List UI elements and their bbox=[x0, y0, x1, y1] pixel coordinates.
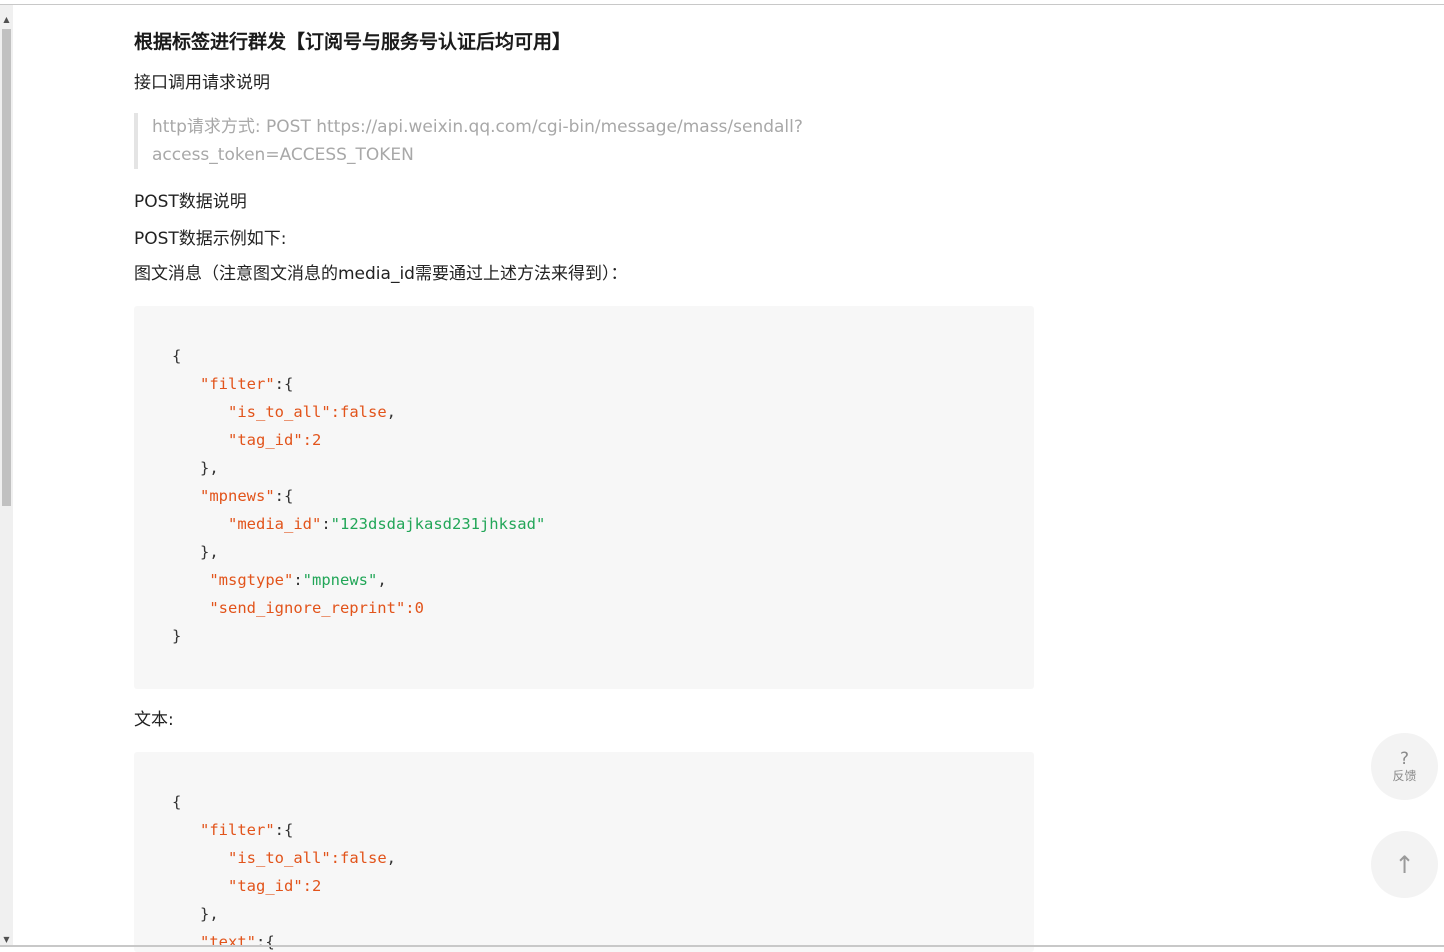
code-value: :false bbox=[330, 403, 387, 421]
section-title: 根据标签进行群发【订阅号与服务号认证后均可用】 bbox=[134, 31, 572, 53]
code-key: "filter" bbox=[200, 375, 275, 393]
quote-line-2: access_token=ACCESS_TOKEN bbox=[152, 145, 414, 165]
code-punct: :{ bbox=[274, 487, 294, 505]
back-to-top-button[interactable]: ↑ bbox=[1371, 831, 1438, 898]
code-string: "mpnews" bbox=[302, 571, 378, 589]
code-key: "send_ignore_reprint" bbox=[209, 599, 406, 617]
code-punct: : bbox=[321, 515, 331, 533]
code-punct: , bbox=[386, 849, 396, 867]
mpnews-note: 图文消息（注意图文消息的media_id需要通过上述方法来得到）： bbox=[134, 264, 628, 284]
code-brace: { bbox=[172, 347, 182, 365]
scroll-up-arrow-icon[interactable]: ▲ bbox=[0, 11, 13, 28]
code-key: "tag_id" bbox=[228, 431, 303, 449]
feedback-button[interactable]: ? 反馈 bbox=[1371, 733, 1438, 800]
code-key: "filter" bbox=[200, 821, 275, 839]
code-value: :0 bbox=[405, 599, 424, 617]
code-punct: , bbox=[377, 571, 387, 589]
doc-content: 根据标签进行群发【订阅号与服务号认证后均可用】 接口调用请求说明 http请求方… bbox=[134, 28, 1034, 952]
scrollbar-thumb[interactable] bbox=[2, 29, 11, 506]
code-block-text[interactable]: { "filter":{ "is_to_all":false, "tag_id"… bbox=[134, 752, 1034, 952]
code-punct: : bbox=[293, 571, 303, 589]
post-data-description: POST数据说明 bbox=[134, 192, 247, 212]
code-punct: :{ bbox=[274, 821, 294, 839]
code-punct: :{ bbox=[274, 375, 294, 393]
request-url-blockquote: http请求方式: POST https://api.weixin.qq.com… bbox=[134, 113, 1034, 169]
code-punct: }, bbox=[200, 905, 219, 923]
code-block-mpnews[interactable]: { "filter":{ "is_to_all":false, "tag_id"… bbox=[134, 306, 1034, 689]
feedback-label: 反馈 bbox=[1392, 768, 1417, 783]
code-value: :false bbox=[330, 849, 387, 867]
code-key: "media_id" bbox=[228, 515, 322, 533]
code-punct: :{ bbox=[256, 933, 275, 951]
code-brace: } bbox=[172, 627, 182, 645]
code-key: "is_to_all" bbox=[228, 403, 331, 421]
code-key: "text" bbox=[200, 933, 256, 951]
code-key: "mpnews" bbox=[200, 487, 275, 505]
question-mark-icon: ? bbox=[1399, 748, 1410, 769]
text-message-label: 文本: bbox=[134, 710, 174, 730]
vertical-scrollbar[interactable]: ▲ ▼ bbox=[0, 5, 13, 947]
code-punct: }, bbox=[200, 459, 219, 477]
code-punct: , bbox=[386, 403, 396, 421]
code-key: "msgtype" bbox=[209, 571, 294, 589]
code-key: "is_to_all" bbox=[228, 849, 331, 867]
code-string: "123dsdajkasd231jhksad" bbox=[330, 515, 546, 533]
code-brace: { bbox=[172, 793, 182, 811]
code-punct: }, bbox=[200, 543, 219, 561]
code-value: :2 bbox=[302, 877, 322, 895]
request-description-label: 接口调用请求说明 bbox=[134, 73, 270, 93]
code-value: :2 bbox=[302, 431, 322, 449]
quote-line-1: http请求方式: POST https://api.weixin.qq.com… bbox=[152, 117, 803, 137]
code-key: "tag_id" bbox=[228, 877, 303, 895]
window-top-border bbox=[0, 0, 1444, 5]
arrow-up-icon: ↑ bbox=[1394, 850, 1415, 879]
post-data-example-label: POST数据示例如下: bbox=[134, 229, 287, 249]
